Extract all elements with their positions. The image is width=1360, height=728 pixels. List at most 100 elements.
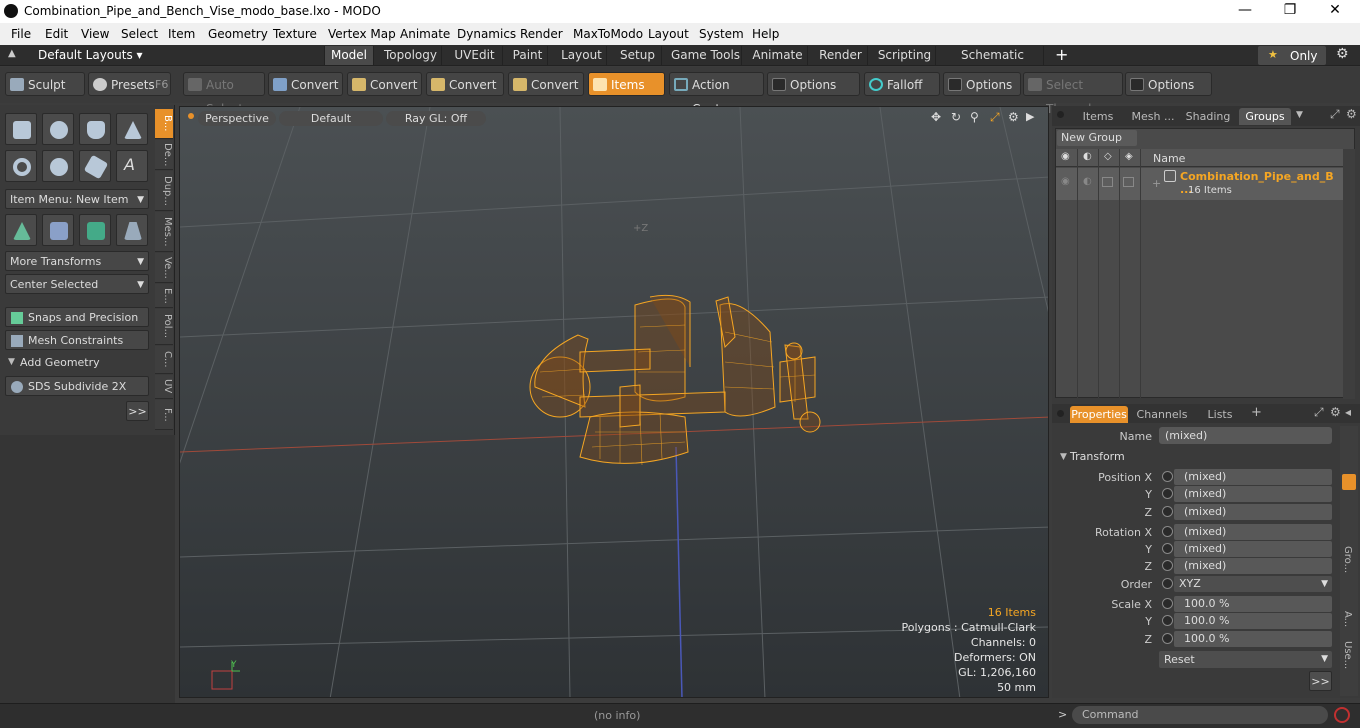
properties-gear-icon[interactable]: ⚙ [1330,405,1341,419]
mesh-constraints-button[interactable]: Mesh Constraints [5,330,149,350]
tab-animate[interactable]: Animate [748,46,808,65]
side-tab-active[interactable] [1342,474,1356,490]
new-group-button[interactable]: New Group [1057,130,1137,146]
order-dropdown[interactable]: XYZ ▼ [1174,576,1332,592]
tab-groups[interactable]: Groups [1239,108,1291,125]
position-y-anim-dot[interactable] [1162,488,1173,499]
groups-scrollbar[interactable] [1343,149,1355,399]
uv-tool-button[interactable] [79,214,111,246]
group-row[interactable]: ◉ ◐ + Combination_Pipe_and_B ... 16 Item… [1056,168,1343,200]
vtab-edge[interactable]: E... [155,284,173,308]
menu-geometry[interactable]: Geometry [208,27,268,41]
groups-gear-icon[interactable]: ⚙ [1346,107,1357,121]
rotate-view-icon[interactable]: ↻ [951,110,961,124]
menu-view[interactable]: View [81,27,109,41]
shading-default-button[interactable]: Default [279,111,383,126]
record-macro-icon[interactable] [1334,707,1350,723]
side-tab-user[interactable]: Use... [1342,641,1353,669]
more-properties-button[interactable]: >> [1309,671,1332,691]
grid-tool-button[interactable] [42,214,74,246]
tab-channels[interactable]: Channels [1134,406,1190,423]
row-lock-box[interactable] [1102,177,1113,187]
vtab-curve[interactable]: C... [155,346,173,374]
menu-edit[interactable]: Edit [45,27,68,41]
fit-view-icon[interactable]: ⤢ [990,110,1000,125]
rotation-z-anim-dot[interactable] [1162,560,1173,571]
tab-paint[interactable]: Paint [508,46,548,65]
gear-icon[interactable]: ⚙ [1336,46,1349,62]
capsule-tool-button[interactable] [42,150,74,182]
cylinder-tool-button[interactable] [79,113,111,145]
action-options-button[interactable]: Options [767,72,860,96]
visibility-eye-icon[interactable]: ◉ [1061,151,1070,162]
position-y-field[interactable]: (mixed) [1174,486,1332,502]
more-tools-button[interactable]: >> [126,401,149,421]
sculpt-button[interactable]: Sculpt [5,72,85,96]
position-z-anim-dot[interactable] [1162,506,1173,517]
cube-tool-button[interactable] [5,113,37,145]
vtab-uv[interactable]: UV [155,375,173,399]
vtab-mesh[interactable]: Mes... [155,212,173,252]
layout-menu-icon[interactable]: ▲ [8,48,20,60]
convert-button-3[interactable]: Convert [426,72,504,96]
menu-layout[interactable]: Layout [648,27,689,41]
menu-maxtomodo[interactable]: MaxToModo [573,27,643,41]
add-tab-plus-icon[interactable]: + [1251,405,1262,420]
convert-button-4[interactable]: Convert [508,72,584,96]
side-tab-groups[interactable]: Gro... [1342,546,1353,573]
position-z-field[interactable]: (mixed) [1174,504,1332,520]
move-view-icon[interactable]: ✥ [931,110,941,124]
scale-x-anim-dot[interactable] [1162,598,1173,609]
center-selected-dropdown[interactable]: Center Selected ▼ [5,274,149,294]
scale-z-anim-dot[interactable] [1162,633,1173,644]
default-layouts-dropdown[interactable]: Default Layouts ▾ [38,48,143,62]
viewport-menu-dot[interactable] [188,113,194,119]
scale-y-anim-dot[interactable] [1162,615,1173,626]
convert-button-1[interactable]: Convert [268,72,343,96]
select-options-button[interactable]: Options [1125,72,1212,96]
scale-x-field[interactable]: 100.0 % [1174,596,1332,612]
menu-dynamics[interactable]: Dynamics [457,27,516,41]
menu-animate[interactable]: Animate [400,27,450,41]
position-x-field[interactable]: (mixed) [1174,469,1332,485]
position-x-anim-dot[interactable] [1162,471,1173,482]
plane-tool-button[interactable] [116,214,148,246]
add-geometry-header[interactable]: Add Geometry [20,356,100,369]
falloff-button[interactable]: Falloff [864,72,940,96]
menu-system[interactable]: System [699,27,744,41]
minimize-button[interactable]: — [1230,2,1260,18]
tab-layout[interactable]: Layout [557,46,607,65]
action-center-button[interactable]: Action Center [669,72,764,116]
expand-panel-icon[interactable]: ⤢ [1330,107,1340,122]
row-select-box[interactable] [1123,177,1134,187]
collapse-arrow-icon[interactable]: ▼ [8,357,15,367]
3d-viewport[interactable]: Perspective Default Ray GL: Off ✥ ↻ ⚲ ⤢ … [179,106,1049,698]
select-through-button[interactable]: Select Through [1023,72,1123,116]
panel-menu-dot[interactable] [1057,410,1064,417]
menu-render[interactable]: Render [520,27,563,41]
collapse-arrow-icon[interactable]: ▼ [1060,452,1067,462]
menu-item[interactable]: Item [168,27,195,41]
tab-scripting[interactable]: Scripting [874,46,936,65]
tab-shading[interactable]: Shading [1182,108,1234,125]
scale-y-field[interactable]: 100.0 % [1174,613,1332,629]
presets-button[interactable]: Presets F6 [88,72,171,96]
more-transforms-dropdown[interactable]: More Transforms ▼ [5,251,149,271]
tab-mesh[interactable]: Mesh ... [1127,108,1179,125]
command-input[interactable]: Command [1072,706,1328,724]
transform-tool-button[interactable] [5,214,37,246]
items-mode-button[interactable]: Items [588,72,665,96]
sphere-tool-button[interactable] [42,113,74,145]
tabs-dropdown-icon[interactable]: ▼ [1296,110,1303,120]
tab-lists[interactable]: Lists [1197,406,1243,423]
tab-render[interactable]: Render [814,46,868,65]
falloff-options-button[interactable]: Options [943,72,1021,96]
snaps-precision-button[interactable]: Snaps and Precision [5,307,149,327]
tab-items[interactable]: Items [1072,108,1124,125]
auto-select-button[interactable]: Auto Select [183,72,265,116]
view-settings-gear-icon[interactable]: ⚙ [1008,110,1019,124]
rotation-y-field[interactable]: (mixed) [1174,541,1332,557]
close-button[interactable]: ✕ [1320,2,1350,18]
rotation-z-field[interactable]: (mixed) [1174,558,1332,574]
vtab-basic[interactable]: B... [155,109,173,139]
